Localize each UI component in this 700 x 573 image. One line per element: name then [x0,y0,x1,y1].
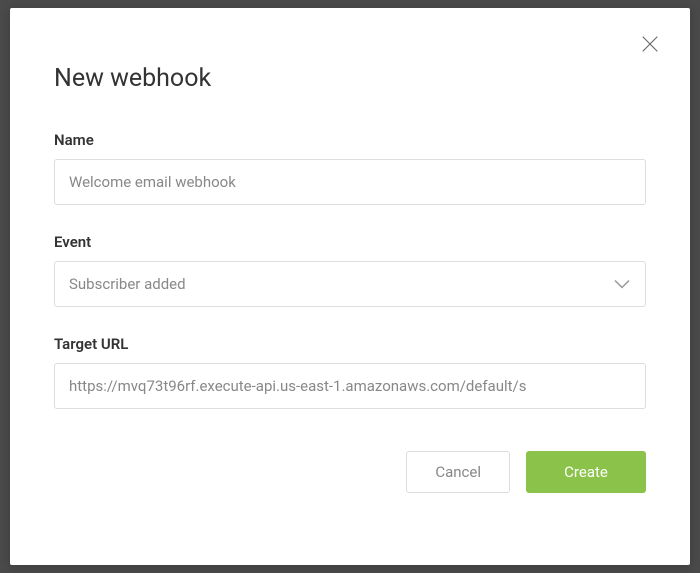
name-input[interactable] [54,159,646,205]
close-icon [639,33,661,59]
new-webhook-modal: New webhook Name Event Subscriber added … [10,8,690,565]
name-label: Name [54,131,646,149]
name-field-group: Name [54,131,646,205]
event-label: Event [54,233,646,251]
close-button[interactable] [638,34,662,58]
target-url-field-group: Target URL [54,335,646,409]
target-url-input[interactable] [54,363,646,409]
button-row: Cancel Create [54,451,646,493]
create-button[interactable]: Create [526,451,646,493]
modal-title: New webhook [54,64,646,93]
cancel-button[interactable]: Cancel [406,451,510,493]
event-select[interactable]: Subscriber added [54,261,646,307]
event-select-wrapper: Subscriber added [54,261,646,307]
event-field-group: Event Subscriber added [54,233,646,307]
target-url-label: Target URL [54,335,646,353]
